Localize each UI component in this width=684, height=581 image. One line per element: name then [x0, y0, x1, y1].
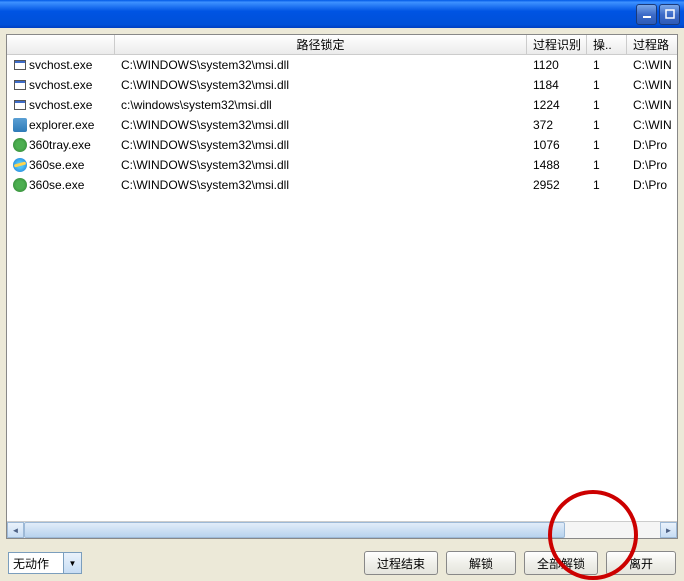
pid-cell: 1120	[527, 56, 587, 74]
horizontal-scrollbar[interactable]: ◄ ►	[7, 521, 677, 538]
path-cell: C:\WINDOWS\system32\msi.dll	[115, 56, 527, 74]
proc-cell: C:\WIN	[627, 116, 677, 134]
op-cell: 1	[587, 56, 627, 74]
scroll-left-button[interactable]: ◄	[7, 522, 24, 538]
process-name: explorer.exe	[29, 118, 94, 132]
path-cell: C:\WINDOWS\system32\msi.dll	[115, 136, 527, 154]
path-cell: C:\WINDOWS\system32\msi.dll	[115, 76, 527, 94]
op-cell: 1	[587, 116, 627, 134]
column-path[interactable]: 路径锁定	[115, 35, 527, 54]
action-dropdown[interactable]: ▼	[8, 552, 82, 574]
minimize-button[interactable]	[636, 4, 657, 25]
ie-icon	[13, 158, 27, 172]
table-row[interactable]: svchost.exeC:\WINDOWS\system32\msi.dll11…	[7, 55, 677, 75]
360-icon	[13, 178, 27, 192]
app-icon	[13, 58, 27, 72]
unlock-all-button[interactable]: 全部解锁	[524, 551, 598, 575]
pid-cell: 1184	[527, 76, 587, 94]
op-cell: 1	[587, 176, 627, 194]
scroll-thumb[interactable]	[24, 522, 565, 538]
table-row[interactable]: svchost.exe c:\windows\system32\msi.dll12…	[7, 95, 677, 115]
process-name: svchost.exe	[29, 58, 92, 72]
proc-cell: C:\WIN	[627, 76, 677, 94]
proc-cell: C:\WIN	[627, 96, 677, 114]
op-cell: 1	[587, 156, 627, 174]
pid-cell: 2952	[527, 176, 587, 194]
end-process-button[interactable]: 过程结束	[364, 551, 438, 575]
pid-cell: 1224	[527, 96, 587, 114]
table-row[interactable]: svchost.exeC:\WINDOWS\system32\msi.dll11…	[7, 75, 677, 95]
process-name: 360se.exe	[29, 158, 84, 172]
table-row[interactable]: 360se.exe C:\WINDOWS\system32\msi.dll2952…	[7, 175, 677, 195]
app-icon	[13, 98, 27, 112]
op-cell: 1	[587, 96, 627, 114]
explorer-icon	[13, 118, 27, 132]
table-row[interactable]: 360tray.exe C:\WINDOWS\system32\msi.dll10…	[7, 135, 677, 155]
op-cell: 1	[587, 76, 627, 94]
titlebar	[0, 0, 684, 28]
column-process-path[interactable]: 过程路	[627, 35, 677, 54]
path-cell: c:\windows\system32\msi.dll	[115, 96, 527, 114]
action-dropdown-input[interactable]	[8, 552, 64, 574]
process-name: 360tray.exe	[29, 138, 91, 152]
path-cell: C:\WINDOWS\system32\msi.dll	[115, 116, 527, 134]
proc-cell: D:\Pro	[627, 156, 677, 174]
proc-cell: D:\Pro	[627, 136, 677, 154]
action-dropdown-arrow[interactable]: ▼	[64, 552, 82, 574]
maximize-button[interactable]	[659, 4, 680, 25]
scroll-right-button[interactable]: ►	[660, 522, 677, 538]
table-row[interactable]: explorer.exe C:\WINDOWS\system32\msi.dll3…	[7, 115, 677, 135]
process-name: 360se.exe	[29, 178, 84, 192]
column-op[interactable]: 操..	[587, 35, 627, 54]
column-name[interactable]	[7, 35, 115, 54]
proc-cell: C:\WIN	[627, 56, 677, 74]
360-icon	[13, 138, 27, 152]
leave-button[interactable]: 离开	[606, 551, 676, 575]
process-name: svchost.exe	[29, 78, 92, 92]
proc-cell: D:\Pro	[627, 176, 677, 194]
pid-cell: 1076	[527, 136, 587, 154]
process-name: svchost.exe	[29, 98, 92, 112]
table-row[interactable]: 360se.exe C:\WINDOWS\system32\msi.dll1488…	[7, 155, 677, 175]
op-cell: 1	[587, 136, 627, 154]
app-icon	[13, 78, 27, 92]
pid-cell: 1488	[527, 156, 587, 174]
path-cell: C:\WINDOWS\system32\msi.dll	[115, 156, 527, 174]
column-pid[interactable]: 过程识别	[527, 35, 587, 54]
table-body: svchost.exeC:\WINDOWS\system32\msi.dll11…	[7, 55, 677, 521]
pid-cell: 372	[527, 116, 587, 134]
table-header: 路径锁定 过程识别 操.. 过程路	[7, 35, 677, 55]
main-panel: 路径锁定 过程识别 操.. 过程路 svchost.exe C:\WINDOWS\…	[6, 34, 678, 539]
scroll-track[interactable]	[24, 522, 660, 538]
unlock-button[interactable]: 解锁	[446, 551, 516, 575]
bottom-toolbar: ▼ 过程结束 解锁 全部解锁 离开	[0, 545, 684, 581]
path-cell: C:\WINDOWS\system32\msi.dll	[115, 176, 527, 194]
